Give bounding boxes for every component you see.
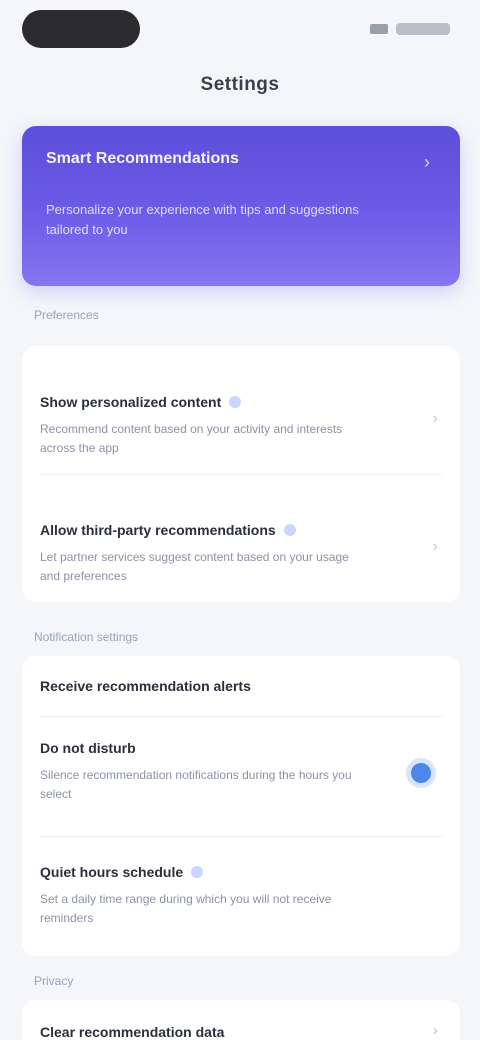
section-label-notifications: Notification settings xyxy=(34,630,139,644)
info-icon[interactable] xyxy=(283,524,296,536)
row-title: Do not disturb xyxy=(40,740,136,756)
info-icon[interactable] xyxy=(229,396,242,408)
chevron-right-icon: › xyxy=(432,410,438,427)
page-title: Settings xyxy=(200,74,280,95)
status-bar xyxy=(0,0,480,60)
row-title-wrapper: Show personalized content xyxy=(40,394,242,410)
info-icon[interactable] xyxy=(191,866,204,878)
row-description: Recommend content based on your activity… xyxy=(40,422,343,455)
battery-icon xyxy=(396,23,450,35)
list-item-receive-alerts[interactable]: Receive recommendation alerts xyxy=(22,656,460,716)
signal-icon xyxy=(370,24,388,34)
recommendation-banner[interactable]: Smart Recommendations Personalize your e… xyxy=(22,126,460,286)
section-label-privacy: Privacy xyxy=(34,974,74,988)
list-item-do-not-disturb[interactable]: Do not disturb Silence recommendation no… xyxy=(22,716,460,836)
notifications-card: Receive recommendation alerts Do not dis… xyxy=(22,656,460,956)
banner-subtitle: Personalize your experience with tips an… xyxy=(46,202,359,237)
row-title-wrapper: Quiet hours schedule xyxy=(40,864,204,880)
chevron-right-icon: › xyxy=(424,152,430,172)
camera-notch xyxy=(22,10,140,48)
row-description: Silence recommendation notifications dur… xyxy=(40,768,352,801)
list-item-clear-data[interactable]: Clear recommendation data › xyxy=(22,1000,460,1040)
chevron-right-icon: › xyxy=(432,1022,438,1039)
chevron-right-icon: › xyxy=(432,538,438,555)
list-item-third-party[interactable]: Allow third-party recommendations Let pa… xyxy=(22,474,460,602)
banner-title: Smart Recommendations xyxy=(46,150,239,167)
row-description: Set a daily time range during which you … xyxy=(40,892,332,925)
row-description: Let partner services suggest content bas… xyxy=(40,550,349,583)
list-item-personalized-content[interactable]: Show personalized content Recommend cont… xyxy=(22,346,460,474)
row-title: Allow third-party recommendations xyxy=(40,522,276,538)
row-title: Show personalized content xyxy=(40,394,222,410)
status-icons xyxy=(370,22,450,36)
row-title-wrapper: Allow third-party recommendations xyxy=(40,522,296,538)
row-title: Quiet hours schedule xyxy=(40,864,184,880)
list-item-quiet-hours[interactable]: Quiet hours schedule Set a daily time ra… xyxy=(22,836,460,956)
section-label-preferences: Preferences xyxy=(34,308,99,322)
row-title: Clear recommendation data xyxy=(40,1024,225,1040)
privacy-card: Clear recommendation data › xyxy=(22,1000,460,1040)
row-title: Receive recommendation alerts xyxy=(40,678,251,694)
radio-selected-icon[interactable] xyxy=(406,758,436,788)
preferences-card: Show personalized content Recommend cont… xyxy=(22,346,460,602)
